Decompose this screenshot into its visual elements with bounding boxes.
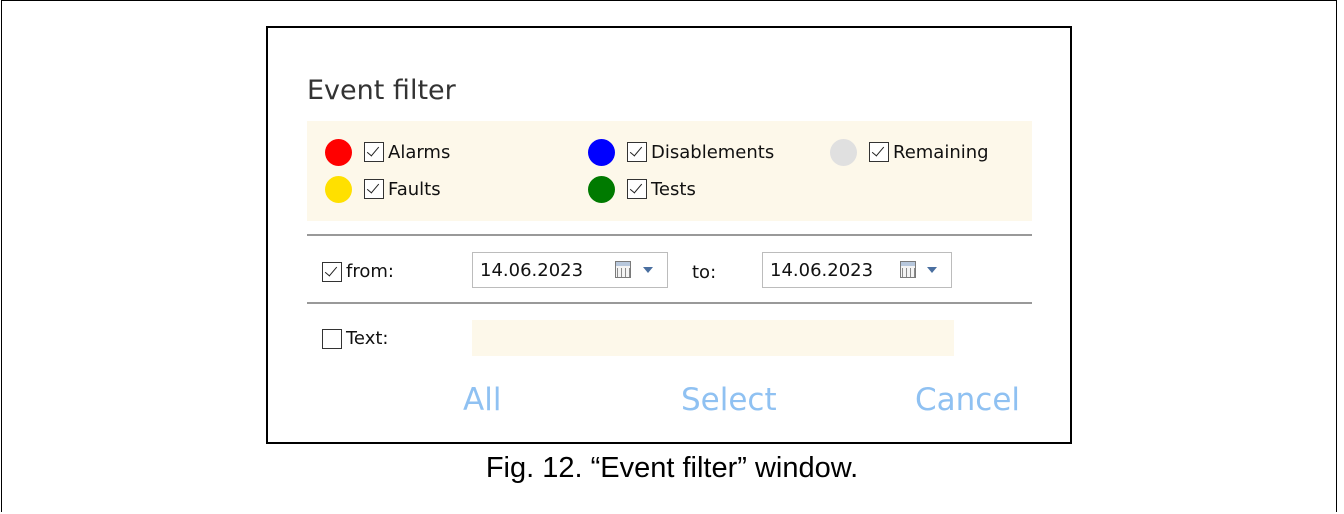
category-faults[interactable]: Faults (325, 175, 441, 203)
text-label: Text: (346, 328, 389, 349)
green-dot-icon (588, 175, 615, 203)
select-button[interactable]: Select (681, 382, 777, 418)
blue-dot-icon (588, 138, 615, 166)
category-label: Tests (651, 178, 696, 200)
text-checkbox[interactable] (322, 328, 342, 349)
all-button[interactable]: All (463, 382, 501, 418)
to-date-picker[interactable]: 14.06.2023 (762, 252, 952, 288)
divider (307, 302, 1032, 304)
yellow-dot-icon (325, 175, 352, 203)
category-disablements[interactable]: Disablements (588, 138, 775, 166)
tests-checkbox[interactable] (627, 179, 647, 199)
calendar-icon[interactable] (615, 261, 631, 278)
category-remaining[interactable]: Remaining (830, 138, 989, 166)
from-checkbox[interactable] (322, 261, 342, 282)
cancel-button[interactable]: Cancel (915, 382, 1020, 418)
from-filter[interactable]: from: (322, 261, 394, 282)
chevron-down-icon[interactable] (927, 267, 937, 273)
from-date-picker[interactable]: 14.06.2023 (472, 252, 668, 288)
divider (307, 234, 1032, 236)
category-tests[interactable]: Tests (588, 175, 696, 203)
category-alarms[interactable]: Alarms (325, 138, 451, 166)
red-dot-icon (325, 138, 352, 166)
to-label: to: (692, 262, 717, 283)
category-label: Faults (388, 178, 441, 200)
calendar-icon[interactable] (900, 261, 916, 278)
to-date-value: 14.06.2023 (770, 259, 874, 281)
faults-checkbox[interactable] (364, 179, 384, 199)
gray-dot-icon (830, 138, 857, 166)
from-date-value: 14.06.2023 (480, 259, 584, 281)
category-label: Disablements (651, 141, 775, 163)
window-title: Event filter (307, 75, 456, 106)
event-filter-window: Event filter Alarms Disablements Remaini… (266, 26, 1072, 444)
text-filter-input[interactable] (472, 320, 954, 356)
text-filter[interactable]: Text: (322, 328, 388, 349)
category-panel: Alarms Disablements Remaining Faults Tes… (307, 121, 1032, 221)
alarms-checkbox[interactable] (364, 142, 384, 162)
category-label: Alarms (388, 141, 451, 163)
from-label: from: (346, 261, 394, 282)
remaining-checkbox[interactable] (869, 142, 889, 162)
chevron-down-icon[interactable] (643, 267, 653, 273)
category-label: Remaining (893, 141, 989, 163)
figure-caption: Fig. 12. “Event filter” window. (485, 452, 859, 484)
disablements-checkbox[interactable] (627, 142, 647, 162)
